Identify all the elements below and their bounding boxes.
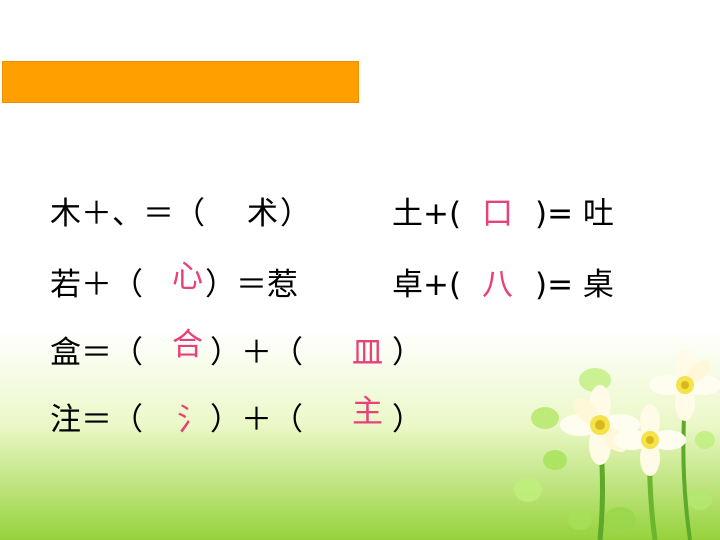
equation-row-4: 注＝（ 氵 ）＋（ 主 ） (50, 394, 450, 440)
row2-right-prefix: 卓+( (392, 267, 462, 303)
daffodil-flowers-icon (514, 349, 720, 540)
row2-left-prefix: 若＋（ (50, 267, 143, 303)
row2-left-suffix: ）＝惹 (205, 267, 298, 303)
row2-right-suffix: )= 桌 (535, 267, 614, 303)
row3-answer-1: 合 (172, 327, 203, 363)
row4-prefix: 注＝（ (50, 402, 143, 438)
row3-answer-2: 皿 (352, 335, 383, 371)
row4-suffix: ） (392, 402, 423, 438)
equation-row-2: 若＋（ 心 ）＝惹 卓+( 八 )= 桌 (50, 259, 650, 305)
equation-row-3: 盒＝（ 合 ）＋（ 皿 ） (50, 327, 450, 373)
row1-right-prefix: 土+( (392, 196, 462, 232)
equation-row-1: 木＋、＝（ 术 ） 土+( 口 )= 吐 (50, 194, 650, 234)
row1-right-answer: 口 (482, 196, 513, 232)
row4-answer-1: 氵 (177, 402, 208, 438)
row3-suffix: ） (392, 335, 423, 371)
row3-middle: ）＋（ (210, 335, 303, 371)
row1-left-prefix: 木＋、＝（ (50, 196, 205, 232)
slide: 木＋、＝（ 术 ） 土+( 口 )= 吐 若＋（ 心 ）＝惹 卓+( 八 )= … (0, 0, 720, 540)
row3-prefix: 盒＝（ (50, 335, 143, 371)
row4-answer-2: 主 (352, 394, 383, 430)
row2-right-answer: 八 (482, 267, 513, 303)
row1-right-suffix: )= 吐 (535, 196, 614, 232)
row1-left-answer: 术 (247, 196, 278, 232)
row2-left-answer: 心 (172, 259, 203, 295)
title-bar (2, 61, 359, 103)
row1-left-suffix: ） (280, 196, 311, 232)
row4-middle: ）＋（ (210, 402, 303, 438)
